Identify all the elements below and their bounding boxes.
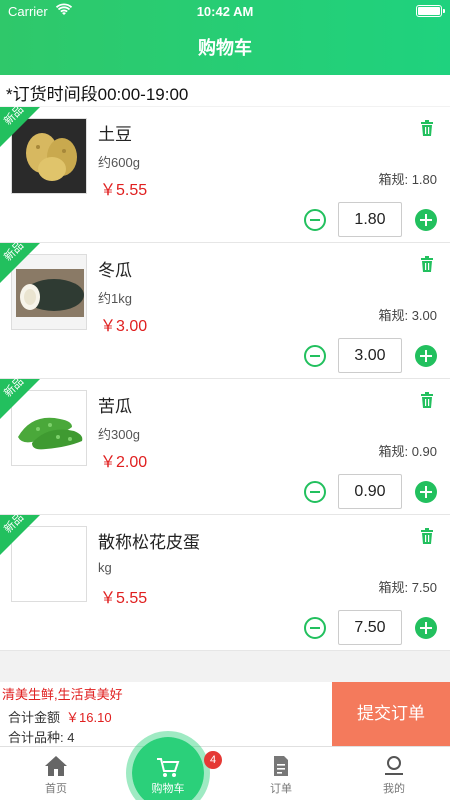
increase-qty-button[interactable] (415, 617, 437, 639)
cart-count-badge: 4 (204, 751, 222, 769)
order-time-notice: *订货时间段00:00-19:00 (0, 75, 450, 106)
product-name: 冬瓜 (98, 261, 132, 280)
tab-mine-label: 我的 (383, 783, 405, 795)
product-spec: 约1kg (98, 291, 132, 306)
page-title: 购物车 (198, 38, 252, 58)
total-amount-row: 合计金额 ￥16.10 (8, 707, 112, 726)
submit-order-button[interactable]: 提交订单 (332, 682, 450, 746)
quantity-input[interactable]: 1.80 (338, 202, 402, 237)
product-price: ￥3.00 (100, 318, 148, 335)
product-price: ￥5.55 (100, 182, 148, 199)
tab-home[interactable]: 首页 (0, 747, 112, 800)
tab-cart[interactable]: 购物车 4 (112, 731, 224, 800)
product-spec: 约300g (98, 427, 140, 442)
home-icon (45, 756, 67, 776)
product-spec: 约600g (98, 155, 140, 170)
trash-icon[interactable] (420, 120, 434, 136)
cart-item: 新品 苦瓜 约300g ￥2.00 箱规: 0.90 0.90 (0, 376, 450, 515)
kinds-label: 合计品种: (8, 730, 64, 745)
cart-item: 新品 冬瓜 约1kg ￥3.00 箱规: 3.00 3.00 (0, 240, 450, 379)
increase-qty-button[interactable] (415, 345, 437, 367)
status-bar: Carrier 10:42 AM (0, 0, 450, 24)
product-name: 土豆 (98, 125, 132, 144)
cart-list: 新品 土豆 约600g ￥5.55 箱规: 1.80 1.80 新品 冬瓜 约1… (0, 104, 450, 651)
product-spec: kg (98, 560, 112, 575)
product-name: 苦瓜 (98, 397, 132, 416)
header: Carrier 10:42 AM 购物车 (0, 0, 450, 75)
increase-qty-button[interactable] (415, 481, 437, 503)
total-label: 合计金额 (8, 710, 61, 725)
box-rule: 箱规: 1.80 (378, 172, 437, 187)
total-kinds-row: 合计品种: 4 (8, 727, 74, 746)
box-rule: 箱规: 7.50 (378, 580, 437, 595)
cart-item: 新品 土豆 约600g ￥5.55 箱规: 1.80 1.80 (0, 104, 450, 243)
user-icon (385, 756, 403, 775)
decrease-qty-button[interactable] (304, 209, 326, 231)
tab-mine[interactable]: 我的 (338, 747, 450, 800)
order-document-icon (274, 756, 288, 776)
box-rule: 箱规: 3.00 (378, 308, 437, 323)
box-rule: 箱规: 0.90 (378, 444, 437, 459)
tab-home-label: 首页 (45, 783, 67, 795)
slogan-text: 清美生鲜,生活真美好 (2, 687, 123, 702)
decrease-qty-button[interactable] (304, 617, 326, 639)
quantity-input[interactable]: 0.90 (338, 474, 402, 509)
product-price: ￥2.00 (100, 454, 148, 471)
status-time: 10:42 AM (196, 4, 254, 19)
tab-cart-label: 购物车 (151, 783, 185, 795)
trash-icon[interactable] (420, 528, 434, 544)
cart-item: 新品 散称松花皮蛋 kg ￥5.55 箱规: 7.50 7.50 (0, 512, 450, 651)
quantity-input[interactable]: 7.50 (338, 610, 402, 645)
quantity-input[interactable]: 3.00 (338, 338, 402, 373)
trash-icon[interactable] (420, 256, 434, 272)
kinds-value: 4 (67, 730, 75, 745)
battery-icon (416, 5, 445, 17)
tab-orders-label: 订单 (270, 783, 292, 795)
tab-bar: 首页 购物车 4 订单 我的 (0, 731, 450, 800)
cart-summary: 清美生鲜,生活真美好 合计金额 ￥16.10 合计品种: 4 提交订单 (0, 682, 450, 746)
total-amount: ￥16.10 (66, 710, 112, 725)
increase-qty-button[interactable] (415, 209, 437, 231)
decrease-qty-button[interactable] (304, 481, 326, 503)
cart-icon (157, 758, 180, 777)
decrease-qty-button[interactable] (304, 345, 326, 367)
tab-orders[interactable]: 订单 (225, 747, 337, 800)
trash-icon[interactable] (420, 392, 434, 408)
product-name: 散称松花皮蛋 (98, 533, 200, 552)
product-price: ￥5.55 (100, 590, 148, 607)
